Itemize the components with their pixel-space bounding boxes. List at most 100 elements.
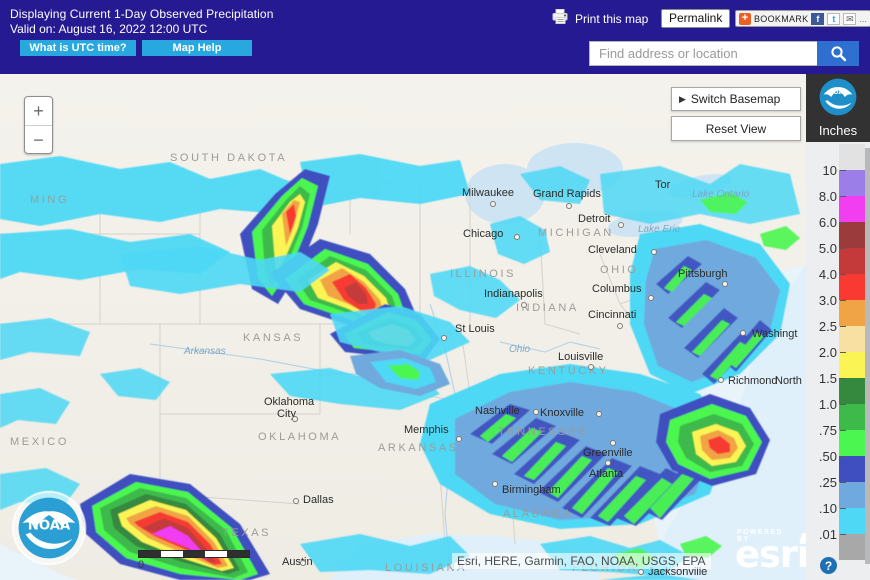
legend-tick-dash <box>840 377 846 379</box>
city-marker-icon <box>617 323 623 329</box>
legend-swatch-shadow <box>865 148 870 564</box>
print-map-button[interactable]: Print this map <box>552 9 648 29</box>
legend-tick-label: .10 <box>818 500 837 516</box>
reset-view-button[interactable]: Reset View <box>671 116 801 141</box>
legend-tick: 5.0 <box>806 240 846 256</box>
city-marker-icon <box>588 364 594 370</box>
bookmark-label: BOOKMARK <box>754 13 809 24</box>
legend-tick-label: 1.5 <box>818 370 837 386</box>
scale-bar-zero-label: 0 <box>138 559 145 571</box>
legend-header: NOAA Inches <box>806 74 870 142</box>
legend-tick: 1.5 <box>806 370 846 386</box>
legend-tick-dash <box>840 247 846 249</box>
page-header: Displaying Current 1-Day Observed Precip… <box>0 0 870 74</box>
legend-tick-dash <box>840 429 846 431</box>
city-marker-icon <box>648 295 654 301</box>
svg-text:NOAA: NOAA <box>828 89 848 96</box>
legend-tick-label: 5.0 <box>818 240 837 256</box>
legend-tick-label: 10 <box>822 162 837 178</box>
legend-tick-column: 10 8.0 6.0 5.0 4.0 3.0 2.5 2.0 1.5 1.0 .75 .50 .25 .1… <box>806 142 846 580</box>
legend-tick-label: 2.5 <box>818 318 837 334</box>
esri-logo: POWERED BY esri <box>735 529 806 576</box>
precipitation-layer <box>0 154 800 580</box>
legend-tick: 6.0 <box>806 214 846 230</box>
legend-tick: 3.0 <box>806 292 846 308</box>
legend-tick-label: .50 <box>818 448 837 464</box>
city-marker-icon <box>618 222 624 228</box>
legend-tick: 8.0 <box>806 188 846 204</box>
city-marker-icon <box>605 460 611 466</box>
search-bar <box>589 41 859 66</box>
legend-body: 10 8.0 6.0 5.0 4.0 3.0 2.5 2.0 1.5 1.0 .75 .50 .25 .1… <box>806 142 870 580</box>
city-marker-icon <box>718 377 724 383</box>
legend-tick-label: 1.0 <box>818 396 837 412</box>
legend-tick: .25 <box>806 474 846 490</box>
legend-tick: 2.5 <box>806 318 846 334</box>
city-marker-icon <box>638 569 644 575</box>
scale-seg <box>205 551 227 557</box>
scale-bar-track <box>138 550 250 558</box>
svg-text:NOAA: NOAA <box>28 519 71 534</box>
city-marker-icon <box>596 411 602 417</box>
city-marker-icon <box>610 440 616 446</box>
city-marker-icon <box>533 409 539 415</box>
legend-tick-dash <box>840 221 846 223</box>
legend-tick-dash <box>840 403 846 405</box>
legend-tick: .01 <box>806 527 846 542</box>
twitter-icon[interactable]: t <box>827 12 841 25</box>
legend-tick-dash <box>840 507 846 509</box>
map-attribution: Esri, HERE, Garmin, FAO, NOAA, USGS, EPA <box>452 553 711 569</box>
bookmark-share-bar[interactable]: + BOOKMARK f t ✉ ... <box>735 10 870 27</box>
map-help-button[interactable]: Map Help <box>142 40 252 56</box>
map-canvas[interactable]: SOUTH DAKOTA MICHIGAN ILLINOIS INDIANA OHIO K… <box>0 74 806 580</box>
zoom-out-button[interactable]: − <box>25 126 52 155</box>
search-button[interactable] <box>817 41 859 66</box>
legend-tick-label: 4.0 <box>818 266 837 282</box>
scale-seg <box>139 551 161 557</box>
city-marker-icon <box>293 498 299 504</box>
city-marker-icon <box>566 203 572 209</box>
help-button[interactable]: ? <box>820 557 837 574</box>
legend-tick: 1.0 <box>806 396 846 412</box>
switch-basemap-button[interactable]: ▶ Switch Basemap <box>671 87 801 111</box>
city-marker-icon <box>740 330 746 336</box>
legend-title: Inches <box>818 123 858 138</box>
legend-tick-dash <box>840 351 846 353</box>
legend-tick-label: 8.0 <box>818 188 837 204</box>
more-share-icon[interactable]: ... <box>859 14 867 24</box>
city-marker-icon <box>490 201 496 207</box>
city-marker-icon <box>521 302 527 308</box>
legend-panel: NOAA Inches 10 8.0 6.0 5.0 4.0 3.0 2.5 2.0 1.5 1.… <box>806 74 870 580</box>
scale-seg <box>161 551 183 557</box>
legend-tick-label: .25 <box>818 474 837 490</box>
legend-tick-dash <box>840 455 846 457</box>
legend-tick: 4.0 <box>806 266 846 282</box>
switch-basemap-label: Switch Basemap <box>690 92 781 106</box>
email-icon[interactable]: ✉ <box>843 12 857 25</box>
city-marker-icon <box>292 416 298 422</box>
print-map-label: Print this map <box>575 12 649 26</box>
legend-tick-dash <box>840 169 846 171</box>
zoom-in-button[interactable]: + <box>25 97 52 126</box>
legend-tick-dash <box>840 481 846 483</box>
scale-bar: 0 <box>138 550 250 571</box>
legend-tick: 2.0 <box>806 344 846 360</box>
what-is-utc-button[interactable]: What is UTC time? <box>20 40 136 56</box>
legend-tick-dash <box>840 273 846 275</box>
scale-seg <box>227 551 249 557</box>
search-input[interactable] <box>589 41 817 66</box>
legend-tick-dash <box>840 195 846 197</box>
esri-wordmark: esri <box>735 533 806 576</box>
legend-tick: .50 <box>806 448 846 464</box>
noaa-logo: NOAA <box>10 489 88 567</box>
facebook-icon[interactable]: f <box>811 12 825 25</box>
scale-seg <box>183 551 205 557</box>
legend-tick-label: .75 <box>818 422 837 438</box>
city-marker-icon <box>722 281 728 287</box>
legend-tick-dash <box>840 325 846 327</box>
legend-tick-label: 3.0 <box>818 292 837 308</box>
legend-tick: .75 <box>806 422 846 438</box>
legend-tick-label: 2.0 <box>818 344 837 360</box>
permalink-button[interactable]: Permalink <box>661 9 731 28</box>
legend-tick-label: 6.0 <box>818 214 837 230</box>
